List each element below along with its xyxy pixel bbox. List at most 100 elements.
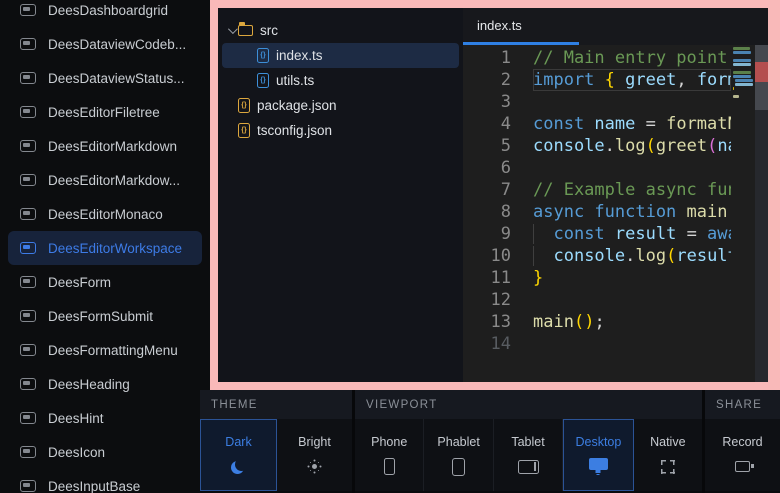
line-number: 5 — [463, 135, 533, 157]
sidebar-item-label: DeesHint — [48, 411, 104, 426]
line-text — [533, 289, 731, 311]
sidebar-item-deeseditormarkdow[interactable]: DeesEditorMarkdow... — [8, 163, 202, 197]
tree-file-package-json[interactable]: {} package.json — [222, 93, 459, 118]
tab-index-ts[interactable]: index.ts — [463, 8, 579, 45]
folder-open-icon — [238, 25, 253, 36]
component-icon — [20, 140, 36, 152]
sidebar-item-deesheading[interactable]: DeesHeading — [8, 367, 202, 401]
minimap-line — [733, 87, 734, 90]
component-icon — [20, 310, 36, 322]
editor-body: 1// Main entry point2import { greet, for… — [463, 45, 768, 382]
code-line: 13main(); — [463, 311, 731, 333]
native-button[interactable]: Native — [634, 419, 702, 491]
sidebar-item-deeseditorfiletree[interactable]: DeesEditorFiletree — [8, 95, 202, 129]
code-editor: index.ts 1// Main entry point2import { g… — [463, 8, 768, 382]
component-icon — [20, 480, 36, 492]
line-text: // Main entry point — [533, 47, 731, 69]
dark-button[interactable]: Dark — [200, 419, 277, 491]
sidebar-item-label: DeesForm — [48, 275, 111, 290]
line-text: const result = awa — [533, 223, 731, 245]
tree-file-index-ts[interactable]: {}index.ts — [222, 43, 459, 68]
record-button[interactable]: Record — [705, 419, 780, 491]
desktop-button[interactable]: Desktop — [563, 419, 633, 491]
tablet-icon — [518, 460, 539, 474]
component-preview-frame: src{}index.ts{}utils.ts{}package.json{}t… — [210, 0, 780, 390]
sidebar-item-deesdashboardgrid[interactable]: DeesDashboardgrid — [8, 0, 202, 27]
controls-bar: THEMEDarkBrightVIEWPORTPhonePhabletTable… — [200, 390, 780, 493]
sidebar-item-label: DeesEditorMarkdown — [48, 139, 177, 154]
tree-file-tsconfig-json[interactable]: {}tsconfig.json — [222, 118, 459, 143]
desktop-icon — [589, 458, 608, 475]
component-icon — [20, 72, 36, 84]
code-line: 14 — [463, 333, 731, 355]
sidebar-item-deeseditorworkspace[interactable]: DeesEditorWorkspace — [8, 231, 202, 265]
minimap-line — [735, 83, 753, 86]
sidebar-item-deesformsubmit[interactable]: DeesFormSubmit — [8, 299, 202, 333]
component-icon — [20, 242, 36, 254]
sidebar-item-deesdataviewcodeb[interactable]: DeesDataviewCodeb... — [8, 27, 202, 61]
section-buttons: Dark Bright — [200, 419, 352, 493]
sidebar-item-deeseditormarkdown[interactable]: DeesEditorMarkdown — [8, 129, 202, 163]
code-line: 6 — [463, 157, 731, 179]
line-text: // Example async fun — [533, 179, 731, 201]
minimap-line — [733, 99, 753, 102]
sidebar-item-label: DeesFormSubmit — [48, 309, 153, 324]
tree-item-label: src — [260, 23, 278, 38]
line-number: 3 — [463, 91, 533, 113]
sidebar-item-label: DeesFormattingMenu — [48, 343, 178, 358]
sidebar-item-label: DeesEditorWorkspace — [48, 241, 182, 256]
tab-label: index.ts — [477, 18, 522, 33]
component-icon — [20, 344, 36, 356]
line-number: 8 — [463, 201, 533, 223]
minimap-line — [733, 55, 753, 58]
phone-button[interactable]: Phone — [355, 419, 424, 491]
json-file-icon: {} — [238, 98, 250, 113]
sun-icon — [312, 464, 317, 469]
sidebar-item-deesinputbase[interactable]: DeesInputBase — [8, 469, 202, 493]
code-line: 10 console.log(result — [463, 245, 731, 267]
sidebar-item-deesformattingmenu[interactable]: DeesFormattingMenu — [8, 333, 202, 367]
tree-item-label: package.json — [257, 98, 337, 113]
ts-file-icon: {} — [257, 48, 269, 63]
tree-file-utils-ts[interactable]: {}utils.ts — [222, 68, 459, 93]
sidebar-item-label: DeesEditorMarkdow... — [48, 173, 180, 188]
phone-icon — [384, 458, 395, 475]
phablet-icon — [452, 458, 465, 476]
editor-tab-bar: index.ts — [463, 8, 768, 45]
code-area[interactable]: 1// Main entry point2import { greet, for… — [463, 45, 731, 382]
sidebar-item-label: DeesEditorMonaco — [48, 207, 163, 222]
minimap-line — [733, 67, 753, 70]
phablet-button[interactable]: Phablet — [424, 419, 493, 491]
tree-folder-src[interactable]: src — [222, 18, 459, 43]
section-title: THEME — [200, 390, 352, 419]
tablet-button[interactable]: Tablet — [494, 419, 563, 491]
line-number: 1 — [463, 47, 533, 69]
minimap-line — [733, 95, 739, 98]
sidebar-item-deesform[interactable]: DeesForm — [8, 265, 202, 299]
editor-scrollbar[interactable] — [755, 45, 768, 382]
sidebar-item-deesdataviewstatus[interactable]: DeesDataviewStatus... — [8, 61, 202, 95]
component-sidebar: DeesDashboardgridDeesDataviewCodeb...Dee… — [0, 0, 210, 493]
sidebar-item-deesicon[interactable]: DeesIcon — [8, 435, 202, 469]
line-number: 10 — [463, 245, 533, 267]
sidebar-item-deeshint[interactable]: DeesHint — [8, 401, 202, 435]
file-tree-panel: src{}index.ts{}utils.ts{}package.json{}t… — [218, 8, 463, 382]
minimap-line — [735, 79, 753, 82]
component-icon — [20, 38, 36, 50]
sidebar-item-label: DeesHeading — [48, 377, 130, 392]
controls-section-theme: THEMEDark Bright — [200, 390, 352, 493]
line-text — [533, 91, 731, 113]
code-line: 9 const result = awa — [463, 223, 731, 245]
minimap-line — [733, 63, 751, 66]
tree-item-label: tsconfig.json — [257, 123, 332, 138]
sidebar-item-deeseditormonaco[interactable]: DeesEditorMonaco — [8, 197, 202, 231]
code-line: 3 — [463, 91, 731, 113]
code-line: 5console.log(greet(na — [463, 135, 731, 157]
button-label: Bright — [298, 435, 331, 449]
button-label: Desktop — [575, 435, 621, 449]
minimap[interactable] — [731, 45, 755, 382]
component-icon — [20, 174, 36, 186]
component-icon — [20, 412, 36, 424]
component-list: DeesDashboardgridDeesDataviewCodeb...Dee… — [0, 0, 210, 493]
bright-button[interactable]: Bright — [277, 419, 352, 491]
